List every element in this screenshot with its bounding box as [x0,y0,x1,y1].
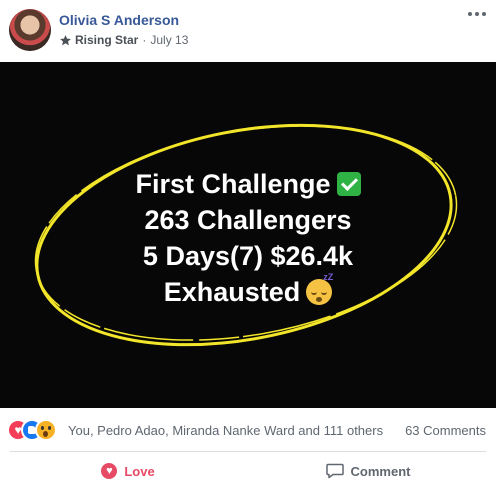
image-text: First Challenge 263 Challengers 5 Days(7… [0,166,496,310]
post-header: Olivia S Anderson Rising Star · July 13 [0,0,496,62]
reaction-icons[interactable] [9,421,67,439]
love-button[interactable]: Love [10,452,246,490]
meta-separator: · [142,33,147,47]
post-meta: Rising Star · July 13 [59,33,188,47]
star-icon [60,34,71,45]
image-line-2: 263 Challengers [144,205,352,235]
image-line-4: Exhausted zZ [163,272,334,308]
comments-count[interactable]: 63 Comments [405,423,486,438]
group-badge: Rising Star [75,33,139,47]
heart-icon [101,463,118,479]
comment-button[interactable]: Comment [250,452,486,490]
reactors-list[interactable]: You, Pedro Adao, Miranda Nanke Ward and … [68,423,383,438]
sleeping-face-emoji: zZ [306,273,333,305]
reaction-stats: You, Pedro Adao, Miranda Nanke Ward and … [0,408,496,449]
comment-label: Comment [350,463,411,479]
action-bar: Love Comment [0,452,496,490]
wow-reaction-icon [37,421,55,439]
post-image[interactable]: First Challenge 263 Challengers 5 Days(7… [0,62,496,408]
more-options-icon[interactable] [466,6,488,22]
check-mark-emoji [336,172,361,196]
comment-icon [325,463,344,479]
avatar[interactable] [9,9,51,51]
post-date[interactable]: July 13 [150,33,188,47]
author-name[interactable]: Olivia S Anderson [59,12,179,28]
image-line-1: First Challenge [0,166,496,202]
love-label: Love [124,463,155,479]
image-line-3: 5 Days(7) $26.4k [142,241,354,271]
